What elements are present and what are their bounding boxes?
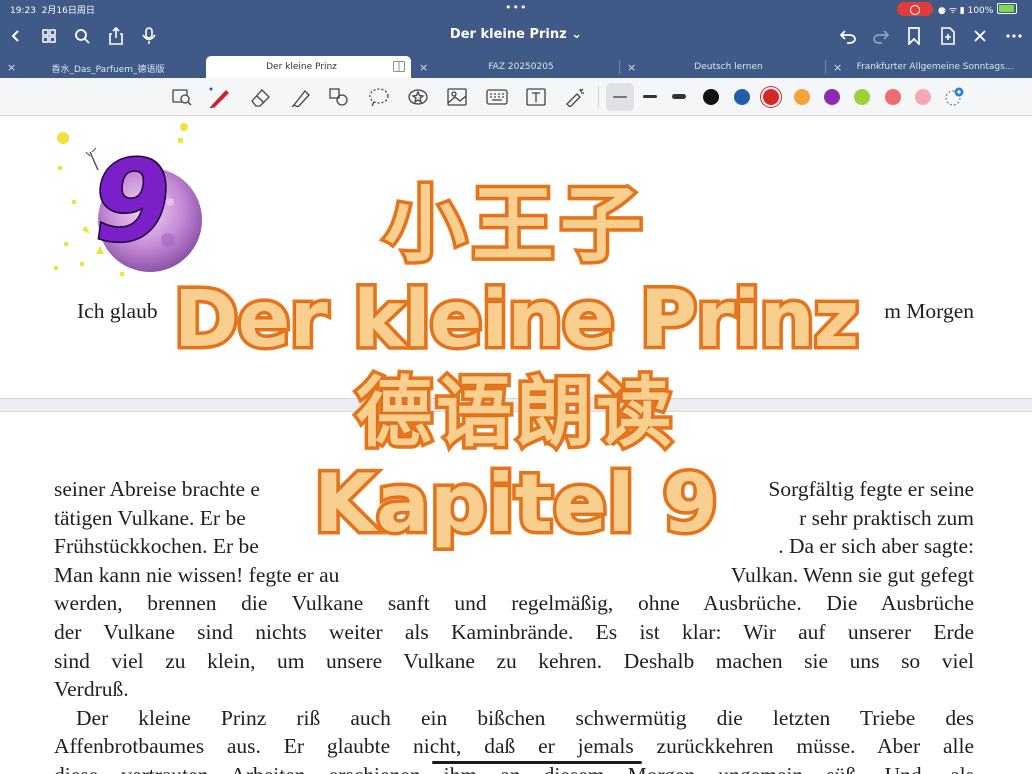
lasso-icon[interactable] bbox=[367, 86, 391, 108]
color-red-swatch-selected[interactable] bbox=[763, 89, 779, 105]
redo-icon[interactable] bbox=[869, 24, 893, 48]
multitask-dots[interactable]: ••• bbox=[505, 1, 527, 14]
sticker-icon[interactable] bbox=[406, 86, 430, 108]
toolbar-divider bbox=[598, 86, 599, 108]
keyboard-icon[interactable] bbox=[485, 86, 509, 108]
page1-line-right: m Morgen bbox=[884, 299, 974, 323]
tab-label: 香水_Das_Parfuem_德语版 bbox=[51, 65, 165, 75]
overlay-title-german: Der kleine Prinz bbox=[170, 272, 862, 369]
close-tab-icon[interactable]: × bbox=[833, 61, 842, 74]
color-coral-swatch[interactable] bbox=[885, 89, 901, 105]
color-orange-swatch[interactable] bbox=[794, 89, 810, 105]
image-zoom-icon[interactable] bbox=[170, 86, 194, 108]
split-view-icon[interactable] bbox=[393, 61, 405, 75]
battery-icon bbox=[997, 3, 1017, 14]
text-line: Der kleine Prinz riß auch ein bißchen sc… bbox=[76, 705, 974, 730]
eraser-icon[interactable] bbox=[249, 86, 273, 108]
tab-deutsch-lernen[interactable]: × Deutsch lernen bbox=[620, 56, 825, 78]
undo-icon[interactable] bbox=[836, 24, 860, 48]
stroke-thin-button[interactable] bbox=[606, 83, 634, 111]
tab-label: FAZ 20250205 bbox=[488, 62, 554, 72]
overlay-title-chinese: 小王子 bbox=[380, 176, 648, 275]
laser-pointer-icon[interactable] bbox=[563, 86, 587, 108]
close-icon[interactable] bbox=[968, 24, 992, 48]
pen-icon[interactable] bbox=[208, 86, 232, 108]
add-color-icon[interactable] bbox=[944, 87, 964, 107]
text-box-icon[interactable] bbox=[524, 86, 548, 108]
overlay-chapter: Kapitel 9 bbox=[310, 454, 721, 553]
drawing-toolbar bbox=[0, 78, 1032, 116]
close-tab-icon[interactable]: × bbox=[419, 61, 428, 74]
status-time: 19:23 2月16日周日 bbox=[10, 6, 95, 16]
text-line: Affenbrotbaumes aus. Er glaubte nicht, d… bbox=[54, 734, 974, 759]
text-line: Man kann nie wissen! fegte er au Vulkan. … bbox=[54, 562, 974, 587]
bookmark-icon[interactable] bbox=[902, 24, 926, 48]
add-page-icon[interactable] bbox=[936, 24, 960, 48]
status-bar: 19:23 2月16日周日 ••• ● ᯤ ▮ 100% bbox=[0, 0, 1032, 18]
color-pink-swatch[interactable] bbox=[915, 89, 931, 105]
text-line: Verdruß. bbox=[54, 677, 129, 702]
tab-faz[interactable]: × FAZ 20250205 bbox=[412, 56, 618, 78]
tab-frankfurter[interactable]: × Frankfurter Allgemeine Sonntags... bbox=[826, 56, 1032, 78]
page1-line-left: Ich glaub bbox=[77, 299, 158, 323]
tab-label: Deutsch lernen bbox=[694, 62, 763, 72]
stroke-medium-button[interactable] bbox=[643, 90, 657, 104]
color-blue-swatch[interactable] bbox=[734, 89, 750, 105]
text-line: der Vulkane sind nichts weiter als Kamin… bbox=[54, 619, 974, 644]
overlay-subtitle: 德语朗读 bbox=[353, 365, 676, 461]
tab-parfuem[interactable]: × 香水_Das_Parfuem_德语版 bbox=[0, 56, 204, 78]
more-options-icon[interactable] bbox=[1002, 24, 1026, 48]
screen-recording-icon[interactable] bbox=[897, 2, 933, 16]
text-line: sind viel zu klein, um unsere Vulkane zu… bbox=[54, 648, 974, 673]
color-purple-swatch[interactable] bbox=[824, 89, 840, 105]
tab-bar: × 香水_Das_Parfuem_德语版 Der kleine Prinz × … bbox=[0, 54, 1032, 78]
tab-label: Frankfurter Allgemeine Sonntags... bbox=[856, 62, 1014, 72]
stroke-thick-button[interactable] bbox=[672, 90, 688, 104]
color-black-swatch[interactable] bbox=[703, 89, 719, 105]
ink-underline bbox=[432, 761, 642, 764]
video-title-overlay: 小王子 Der kleine Prinz 德语朗读 Kapitel 9 bbox=[160, 176, 872, 553]
color-green-swatch[interactable] bbox=[854, 89, 870, 105]
system-icons: ● ᯤ ▮ 100% bbox=[938, 6, 994, 16]
highlighter-icon[interactable] bbox=[289, 86, 313, 108]
tab-der-kleine-prinz[interactable]: Der kleine Prinz bbox=[206, 56, 411, 78]
text-line: werden, brennen die Vulkane sanft und re… bbox=[54, 591, 974, 616]
nav-bar: Der kleine Prinz ⌄ bbox=[0, 18, 1032, 54]
shapes-icon[interactable] bbox=[327, 86, 351, 108]
close-tab-icon[interactable]: × bbox=[627, 61, 636, 74]
image-icon[interactable] bbox=[445, 86, 469, 108]
tab-label: Der kleine Prinz bbox=[266, 62, 337, 72]
close-tab-icon[interactable]: × bbox=[7, 61, 16, 74]
